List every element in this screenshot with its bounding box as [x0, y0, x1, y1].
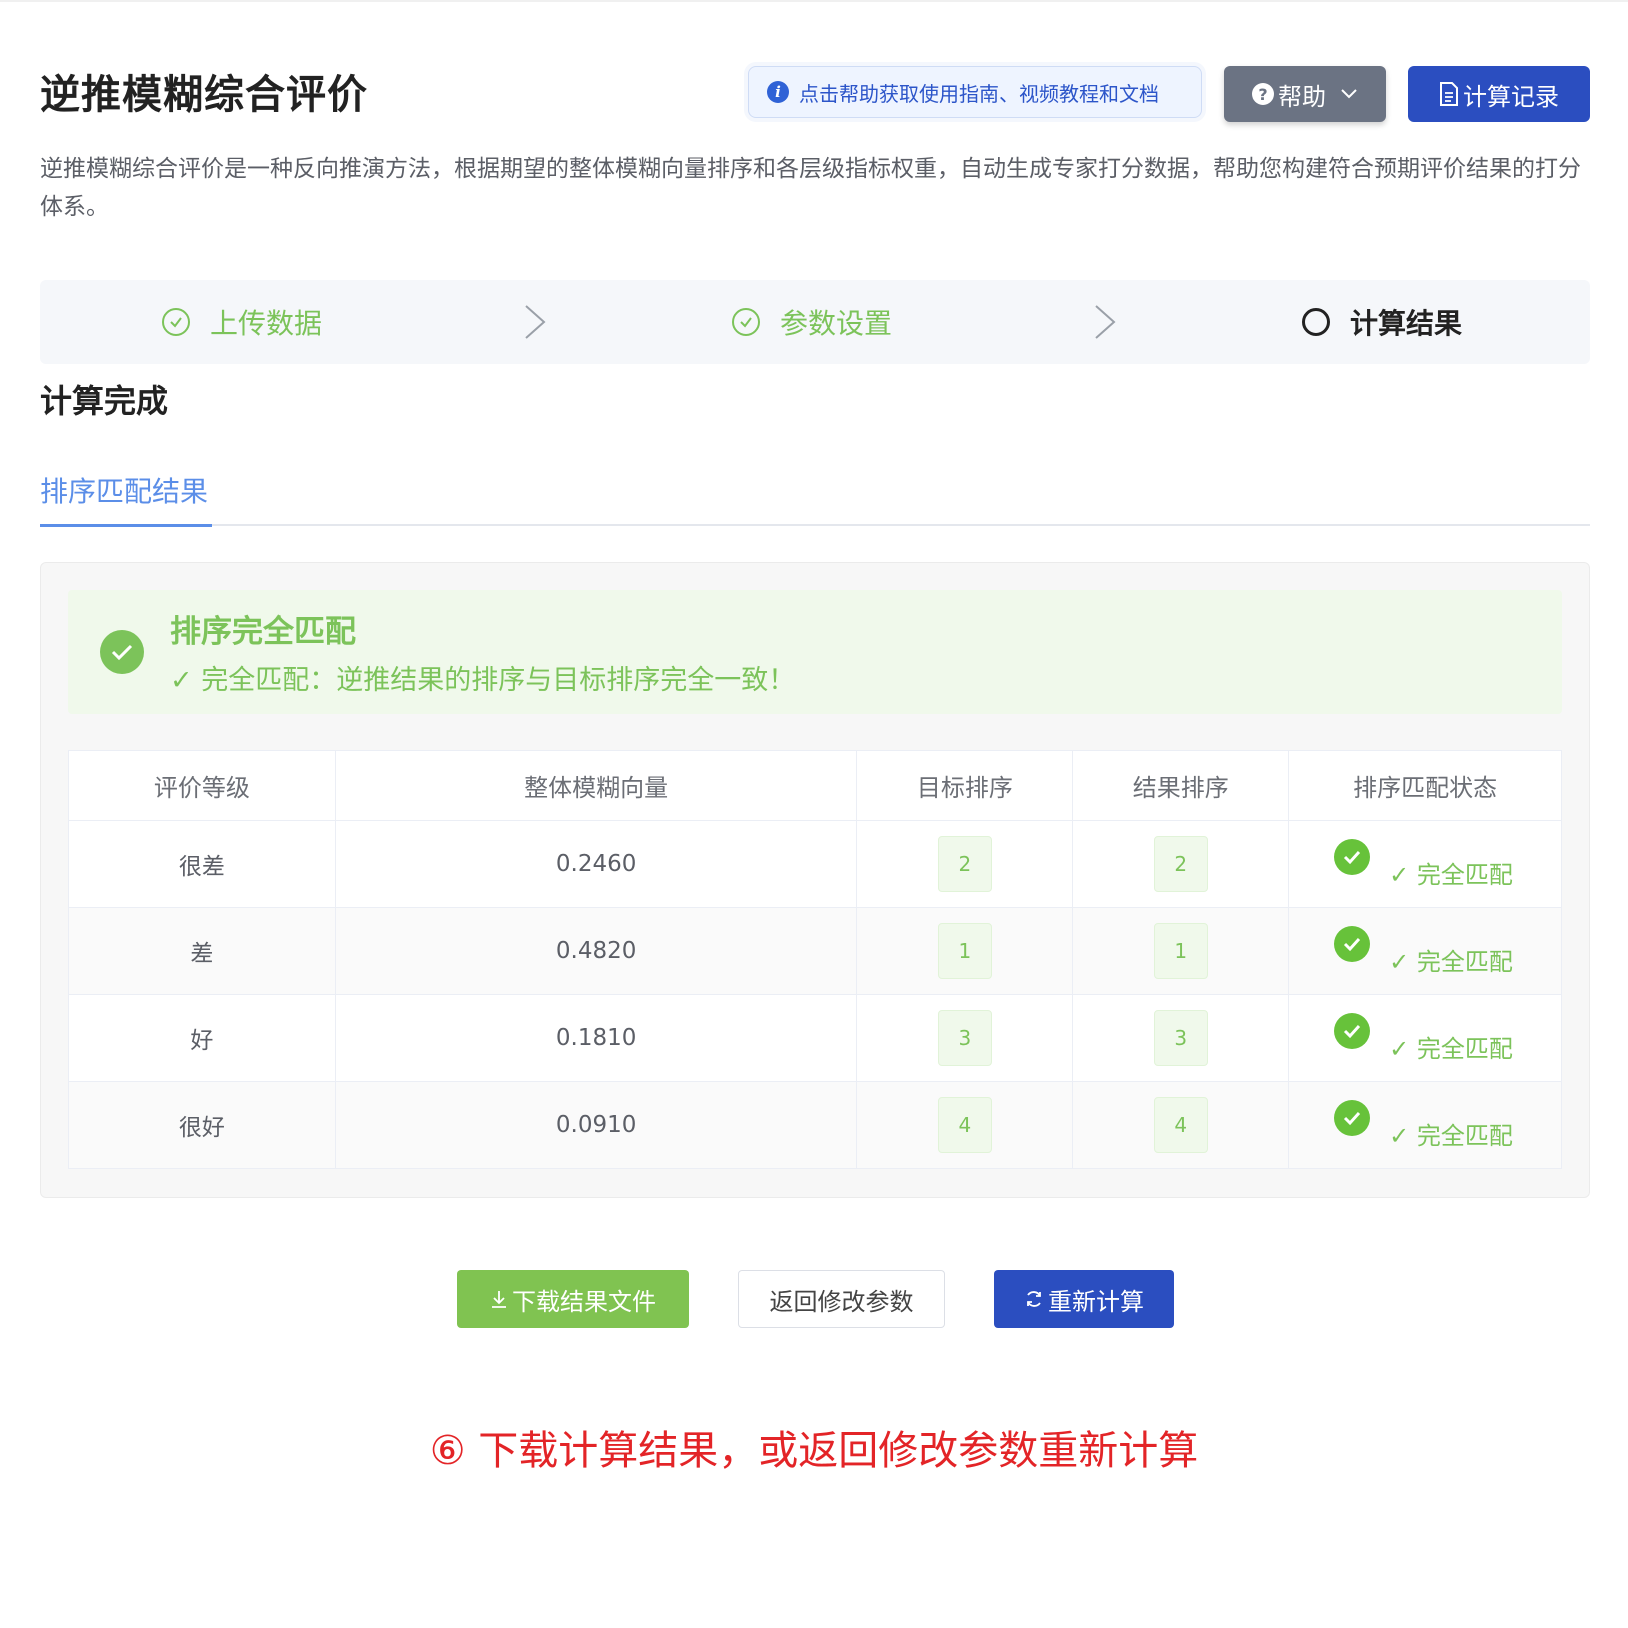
table-header-row: 评价等级 整体模糊向量 目标排序 结果排序 排序匹配状态 — [68, 750, 1562, 821]
instruction-caption: ⑥ 下载计算结果，或返回修改参数重新计算 — [429, 1428, 1199, 1474]
status-cell: ✓ 完全匹配 — [1288, 994, 1562, 1082]
check-circle-icon — [162, 308, 190, 336]
result-rank-cell: 3 — [1072, 994, 1290, 1082]
success-check-icon — [100, 630, 144, 674]
result-rank-cell: 1 — [1072, 907, 1290, 995]
target-rank-cell: 1 — [856, 907, 1074, 995]
step-upload-data[interactable]: 上传数据 — [162, 280, 322, 364]
check-circle-icon — [1334, 1013, 1371, 1049]
status-cell: ✓ 完全匹配 — [1288, 1081, 1562, 1169]
table-row: 很好 0.0910 4 4 ✓ 完全匹配 — [68, 1081, 1562, 1169]
target-rank-cell: 4 — [856, 1081, 1074, 1169]
match-status: ✓ 完全匹配 — [1389, 1122, 1513, 1150]
level-cell: 很差 — [68, 820, 336, 908]
target-rank-tag: 4 — [937, 1097, 992, 1153]
column-header: 评价等级 — [68, 750, 336, 821]
document-icon — [1440, 82, 1458, 106]
chevron-right-icon — [525, 305, 546, 339]
refresh-icon — [1027, 1291, 1041, 1307]
target-rank-cell: 3 — [856, 994, 1074, 1082]
help-label: 帮助 — [1278, 82, 1326, 111]
top-divider — [0, 0, 1628, 2]
vector-cell: 0.2460 — [334, 820, 858, 908]
success-alert: 排序完全匹配 ✓ 完全匹配：逆推结果的排序与目标排序完全一致！ — [68, 590, 1562, 714]
result-rank-tag: 2 — [1153, 836, 1208, 892]
vector-cell: 0.1810 — [334, 994, 858, 1082]
step-label: 计算结果 — [1350, 307, 1463, 340]
info-icon: i — [767, 81, 789, 103]
recalculate-label: 重新计算 — [1048, 1287, 1144, 1316]
vector-cell: 0.4820 — [334, 907, 858, 995]
target-rank-tag: 3 — [937, 1010, 992, 1066]
result-tabs: 排序匹配结果 — [40, 470, 1590, 527]
check-circle-icon — [1334, 926, 1371, 962]
status-cell: ✓ 完全匹配 — [1288, 907, 1562, 995]
column-header: 整体模糊向量 — [334, 750, 858, 821]
question-icon: ? — [1252, 83, 1274, 105]
step-calc-result[interactable]: 计算结果 — [1302, 280, 1462, 364]
download-icon — [492, 1291, 506, 1308]
table-row: 差 0.4820 1 1 ✓ 完全匹配 — [68, 907, 1562, 995]
alert-description: ✓ 完全匹配：逆推结果的排序与目标排序完全一致！ — [170, 665, 796, 696]
match-status: ✓ 完全匹配 — [1389, 861, 1513, 889]
target-rank-tag: 1 — [937, 923, 992, 979]
tab-active-indicator — [40, 524, 212, 527]
chevron-right-icon — [1095, 305, 1116, 339]
level-cell: 好 — [68, 994, 336, 1082]
result-rank-tag: 4 — [1153, 1097, 1208, 1153]
match-status: ✓ 完全匹配 — [1389, 948, 1513, 976]
calc-record-button[interactable]: 计算记录 — [1408, 66, 1590, 122]
target-rank-tag: 2 — [937, 836, 992, 892]
step-label: 上传数据 — [210, 307, 323, 340]
status-cell: ✓ 完全匹配 — [1288, 820, 1562, 908]
back-to-params-button[interactable]: 返回修改参数 — [738, 1270, 945, 1328]
level-cell: 差 — [68, 907, 336, 995]
step-label: 参数设置 — [780, 307, 893, 340]
check-circle-icon — [1334, 839, 1371, 875]
download-result-button[interactable]: 下载结果文件 — [457, 1270, 689, 1328]
table-row: 很差 0.2460 2 2 ✓ 完全匹配 — [68, 820, 1562, 908]
check-circle-icon — [732, 308, 760, 336]
vector-cell: 0.0910 — [334, 1081, 858, 1169]
circle-icon — [1302, 308, 1330, 336]
recalculate-button[interactable]: 重新计算 — [994, 1270, 1174, 1328]
result-rank-tag: 3 — [1153, 1010, 1208, 1066]
calc-record-label: 计算记录 — [1463, 82, 1559, 111]
alert-title: 排序完全匹配 — [170, 614, 356, 650]
match-status: ✓ 完全匹配 — [1389, 1035, 1513, 1063]
step-param-settings[interactable]: 参数设置 — [732, 280, 892, 364]
target-rank-cell: 2 — [856, 820, 1074, 908]
column-header: 排序匹配状态 — [1288, 750, 1562, 821]
page-description: 逆推模糊综合评价是一种反向推演方法，根据期望的整体模糊向量排序和各层级指标权重，… — [40, 156, 1581, 220]
column-header: 目标排序 — [856, 750, 1074, 821]
page-title: 逆推模糊综合评价 — [40, 72, 368, 118]
result-rank-cell: 4 — [1072, 1081, 1290, 1169]
help-dropdown-button[interactable]: ? 帮助 — [1224, 66, 1386, 122]
tab-rank-match[interactable]: 排序匹配结果 — [40, 470, 210, 526]
result-table: 评价等级 整体模糊向量 目标排序 结果排序 排序匹配状态 很差 0.2460 2… — [68, 750, 1562, 1169]
result-rank-cell: 2 — [1072, 820, 1290, 908]
help-tip-text: 点击帮助获取使用指南、视频教程和文档 — [799, 81, 1159, 106]
check-circle-icon — [1334, 1100, 1371, 1136]
chevron-down-icon — [1340, 84, 1358, 105]
column-header: 结果排序 — [1072, 750, 1290, 821]
result-rank-tag: 1 — [1153, 923, 1208, 979]
level-cell: 很好 — [68, 1081, 336, 1169]
download-label: 下载结果文件 — [512, 1287, 656, 1316]
section-title: 计算完成 — [40, 382, 169, 420]
help-tip[interactable]: i 点击帮助获取使用指南、视频教程和文档 — [748, 66, 1202, 118]
table-row: 好 0.1810 3 3 ✓ 完全匹配 — [68, 994, 1562, 1082]
steps-bar: 上传数据 参数设置 计算结果 — [40, 280, 1590, 364]
